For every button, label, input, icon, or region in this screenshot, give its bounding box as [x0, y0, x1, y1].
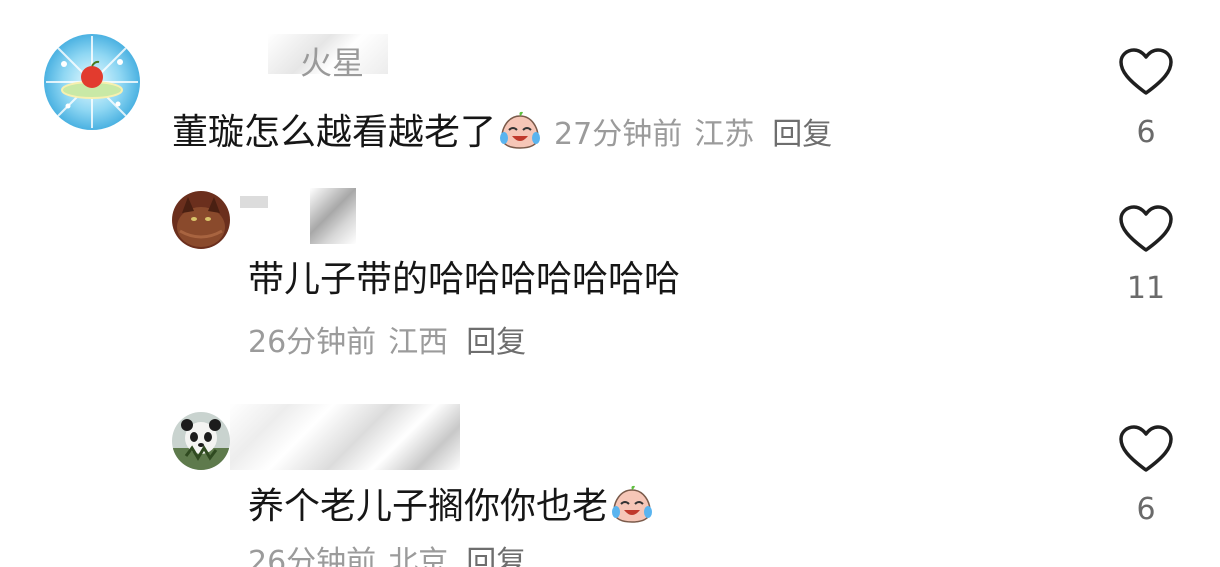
- heart-outline-icon[interactable]: [1118, 424, 1174, 474]
- avatar-apple[interactable]: [44, 34, 140, 130]
- location: 江西: [388, 325, 449, 360]
- comment-text: 带儿子带的哈哈哈哈哈哈哈: [248, 259, 681, 300]
- username[interactable]: 火星: [300, 38, 364, 84]
- blurred-username-mask: [310, 188, 356, 244]
- heart-outline-icon[interactable]: [1118, 204, 1174, 254]
- location: 北京: [388, 545, 449, 567]
- reply-button[interactable]: 回复: [466, 325, 526, 360]
- crying-laughing-emoji: [498, 110, 542, 150]
- comment-text: 董璇怎么越看越老了 27分钟前 江苏 回复: [172, 110, 832, 151]
- timestamp: 27分钟前: [554, 117, 683, 152]
- reply-button[interactable]: 回复: [772, 117, 832, 152]
- avatar-cat[interactable]: [172, 191, 230, 249]
- like-count: 6: [1136, 492, 1156, 527]
- comment-meta: 26分钟前 北京 回复: [248, 548, 526, 567]
- timestamp: 26分钟前: [248, 545, 377, 567]
- comment-text-body: 董璇怎么越看越老了: [172, 112, 497, 153]
- reply-button[interactable]: 回复: [466, 545, 526, 567]
- timestamp: 26分钟前: [248, 325, 377, 360]
- comment-list: 火星 董璇怎么越看越老了 27分钟前 江苏 回复 6 带儿子带的哈哈哈哈哈哈哈 …: [0, 0, 1220, 567]
- comment-text: 养个老儿子搁你你也老: [248, 484, 654, 525]
- like-count: 6: [1136, 115, 1156, 150]
- comment-text-body: 养个老儿子搁你你也老: [248, 486, 609, 527]
- heart-outline-icon[interactable]: [1118, 47, 1174, 97]
- blurred-username-mask: [240, 196, 268, 208]
- crying-laughing-emoji: [610, 484, 654, 524]
- like-count: 11: [1126, 271, 1166, 306]
- avatar-panda[interactable]: [172, 412, 230, 470]
- blurred-username-mask: [230, 404, 460, 470]
- comment-meta: 26分钟前 江西 回复: [248, 328, 526, 358]
- location: 江苏: [694, 117, 755, 152]
